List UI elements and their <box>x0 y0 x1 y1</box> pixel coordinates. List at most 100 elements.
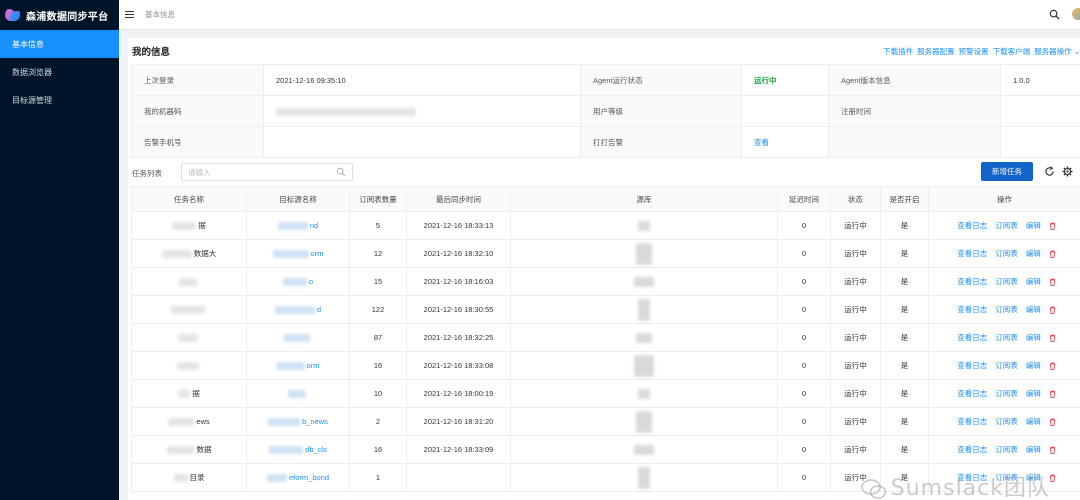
alert-settings-link[interactable]: 预警设置 <box>959 46 989 57</box>
view-log-link[interactable]: 查看日志 <box>957 445 987 454</box>
subscribe-table-link[interactable]: 订阅表 <box>995 417 1018 426</box>
sidebar-item-basic-info[interactable]: 基本信息 <box>0 30 119 58</box>
download-plugin-link[interactable]: 下载插件 <box>883 46 913 57</box>
refresh-icon[interactable] <box>1044 166 1055 177</box>
view-log-link[interactable]: 查看日志 <box>957 389 987 398</box>
status-cell: 运行中 <box>830 267 881 296</box>
delay-time: 0 <box>777 211 831 240</box>
edit-link[interactable]: 编辑 <box>1026 445 1041 454</box>
redacted-block <box>288 390 306 398</box>
delete-icon[interactable] <box>1049 278 1056 286</box>
delete-icon[interactable] <box>1049 474 1056 482</box>
table-row[interactable]: d 122 2021-12-16 18:30:55 0 运行中是查看日志 订阅表 编辑 <box>131 295 1080 324</box>
operations-cell: 查看日志 订阅表 编辑 <box>928 295 1080 324</box>
delete-icon[interactable] <box>1049 446 1056 454</box>
edit-link[interactable]: 编辑 <box>1026 221 1041 230</box>
table-row[interactable]: ews b_news 2 2021-12-16 18:31:20 0 运行中是查看日志 订阅… <box>131 407 1080 436</box>
search-icon[interactable] <box>1049 9 1060 20</box>
server-operations-dropdown[interactable]: 服务器操作 ⌄ <box>1034 46 1080 57</box>
subscribe-table-link[interactable]: 订阅表 <box>995 305 1018 314</box>
delete-icon[interactable] <box>1049 250 1056 258</box>
menu-toggle-icon[interactable] <box>125 11 134 18</box>
avatar[interactable] <box>1072 8 1080 20</box>
target-name-cell[interactable] <box>246 379 350 408</box>
target-name: db_cls <box>305 444 327 454</box>
target-name-cell[interactable]: db_cls <box>246 435 350 464</box>
info-table: 上次登录 2021-12-16 09:35:10 Agent运行状态 运行中 A… <box>131 64 1080 158</box>
add-task-button[interactable]: 新增任务 <box>981 162 1033 181</box>
status-cell: 运行中 <box>830 379 881 408</box>
status-cell: 运行中 <box>830 239 881 268</box>
edit-link[interactable]: 编辑 <box>1026 473 1041 482</box>
view-log-link[interactable]: 查看日志 <box>957 417 987 426</box>
target-name-cell[interactable]: nd <box>246 211 350 240</box>
edit-link[interactable]: 编辑 <box>1026 277 1041 286</box>
edit-link[interactable]: 编辑 <box>1026 361 1041 370</box>
delete-icon[interactable] <box>1049 390 1056 398</box>
subscribe-table-link[interactable]: 订阅表 <box>995 361 1018 370</box>
target-name-cell[interactable]: o <box>246 267 350 296</box>
view-log-link[interactable]: 查看日志 <box>957 361 987 370</box>
subscribe-table-link[interactable]: 订阅表 <box>995 221 1018 230</box>
redacted-block <box>177 362 199 370</box>
delete-icon[interactable] <box>1049 222 1056 230</box>
target-name-cell[interactable]: b_news <box>246 407 350 436</box>
subscribe-count: 16 <box>349 435 407 464</box>
subscribe-table-link[interactable]: 订阅表 <box>995 333 1018 342</box>
delete-icon[interactable] <box>1049 306 1056 314</box>
view-log-link[interactable]: 查看日志 <box>957 277 987 286</box>
brand[interactable]: 森浦数据同步平台 <box>0 0 119 30</box>
enabled-cell: 是 <box>880 267 929 296</box>
view-log-link[interactable]: 查看日志 <box>957 305 987 314</box>
edit-link[interactable]: 编辑 <box>1026 389 1041 398</box>
delete-icon[interactable] <box>1049 362 1056 370</box>
redacted-block <box>277 222 308 230</box>
target-name-cell[interactable]: eform_bond <box>246 463 350 492</box>
edit-link[interactable]: 编辑 <box>1026 249 1041 258</box>
view-log-link[interactable]: 查看日志 <box>957 473 987 482</box>
subscribe-table-link[interactable]: 订阅表 <box>995 249 1018 258</box>
operations-cell: 查看日志 订阅表 编辑 <box>928 407 1080 436</box>
task-search-input[interactable] <box>181 163 353 181</box>
server-config-link[interactable]: 服务器配置 <box>917 46 955 57</box>
target-name-cell[interactable]: d <box>246 295 350 324</box>
view-log-link[interactable]: 查看日志 <box>957 221 987 230</box>
view-log-link[interactable]: 查看日志 <box>957 249 987 258</box>
delete-icon[interactable] <box>1049 418 1056 426</box>
edit-link[interactable]: 编辑 <box>1026 333 1041 342</box>
table-row[interactable]: 87 2021-12-16 18:32:25 0 运行中是查看日志 订阅表 编辑 <box>131 323 1080 352</box>
source-db-cell <box>510 323 778 352</box>
sidebar-item-data-browser[interactable]: 数据浏览器 <box>0 58 119 86</box>
sidebar-item-target-sources[interactable]: 目标源管理 <box>0 86 119 114</box>
table-row[interactable]: 据 10 2021-12-16 18:00:19 0 运行中是查看日志 订阅表 编辑 <box>131 379 1080 408</box>
table-row[interactable]: 数据大 orm 12 2021-12-16 18:32:10 0 运行中是查看日志 订阅表编… <box>131 239 1080 268</box>
task-name-cell: 据 <box>131 211 247 240</box>
subscribe-table-link[interactable]: 订阅表 <box>995 389 1018 398</box>
download-client-link[interactable]: 下载客户端 <box>993 46 1031 57</box>
target-name-cell[interactable] <box>246 323 350 352</box>
table-row[interactable]: 数据 db_cls 16 2021-12-16 18:33:09 0 运行中是查看日志 订阅… <box>131 435 1080 464</box>
target-name: nd <box>309 220 319 230</box>
delete-icon[interactable] <box>1049 334 1056 342</box>
gear-icon[interactable] <box>1062 166 1073 177</box>
target-name: b_news <box>302 416 328 426</box>
target-name-cell[interactable]: orm <box>246 239 350 268</box>
enabled-cell: 是 <box>880 239 929 268</box>
delay-time: 0 <box>777 407 831 436</box>
table-row[interactable]: o 15 2021-12-16 18:16:03 0 运行中是查看日志 订阅表 编辑 <box>131 267 1080 296</box>
operations-cell: 查看日志 订阅表 编辑 <box>928 351 1080 380</box>
subscribe-table-link[interactable]: 订阅表 <box>995 445 1018 454</box>
target-name-cell[interactable]: orm <box>246 351 350 380</box>
source-db-cell <box>510 463 778 492</box>
table-row[interactable]: orm 16 2021-12-16 18:33:08 0 运行中是查看日志 订阅表 编辑 <box>131 351 1080 380</box>
task-name: 据 <box>192 389 200 398</box>
subscribe-table-link[interactable]: 订阅表 <box>995 277 1018 286</box>
table-row[interactable]: 目录 eform_bond 1 0 运行中是查看日志 订阅表 编辑 <box>131 463 1080 492</box>
table-row[interactable]: 据 nd 5 2021-12-16 18:33:13 0 运行中是查看日志 订阅表 编辑 <box>131 211 1080 240</box>
view-log-link[interactable]: 查看日志 <box>957 333 987 342</box>
edit-link[interactable]: 编辑 <box>1026 305 1041 314</box>
subscribe-table-link[interactable]: 订阅表 <box>995 473 1018 482</box>
task-name-cell: 目录 <box>131 463 247 492</box>
view-link[interactable]: 查看 <box>741 126 829 158</box>
edit-link[interactable]: 编辑 <box>1026 417 1041 426</box>
